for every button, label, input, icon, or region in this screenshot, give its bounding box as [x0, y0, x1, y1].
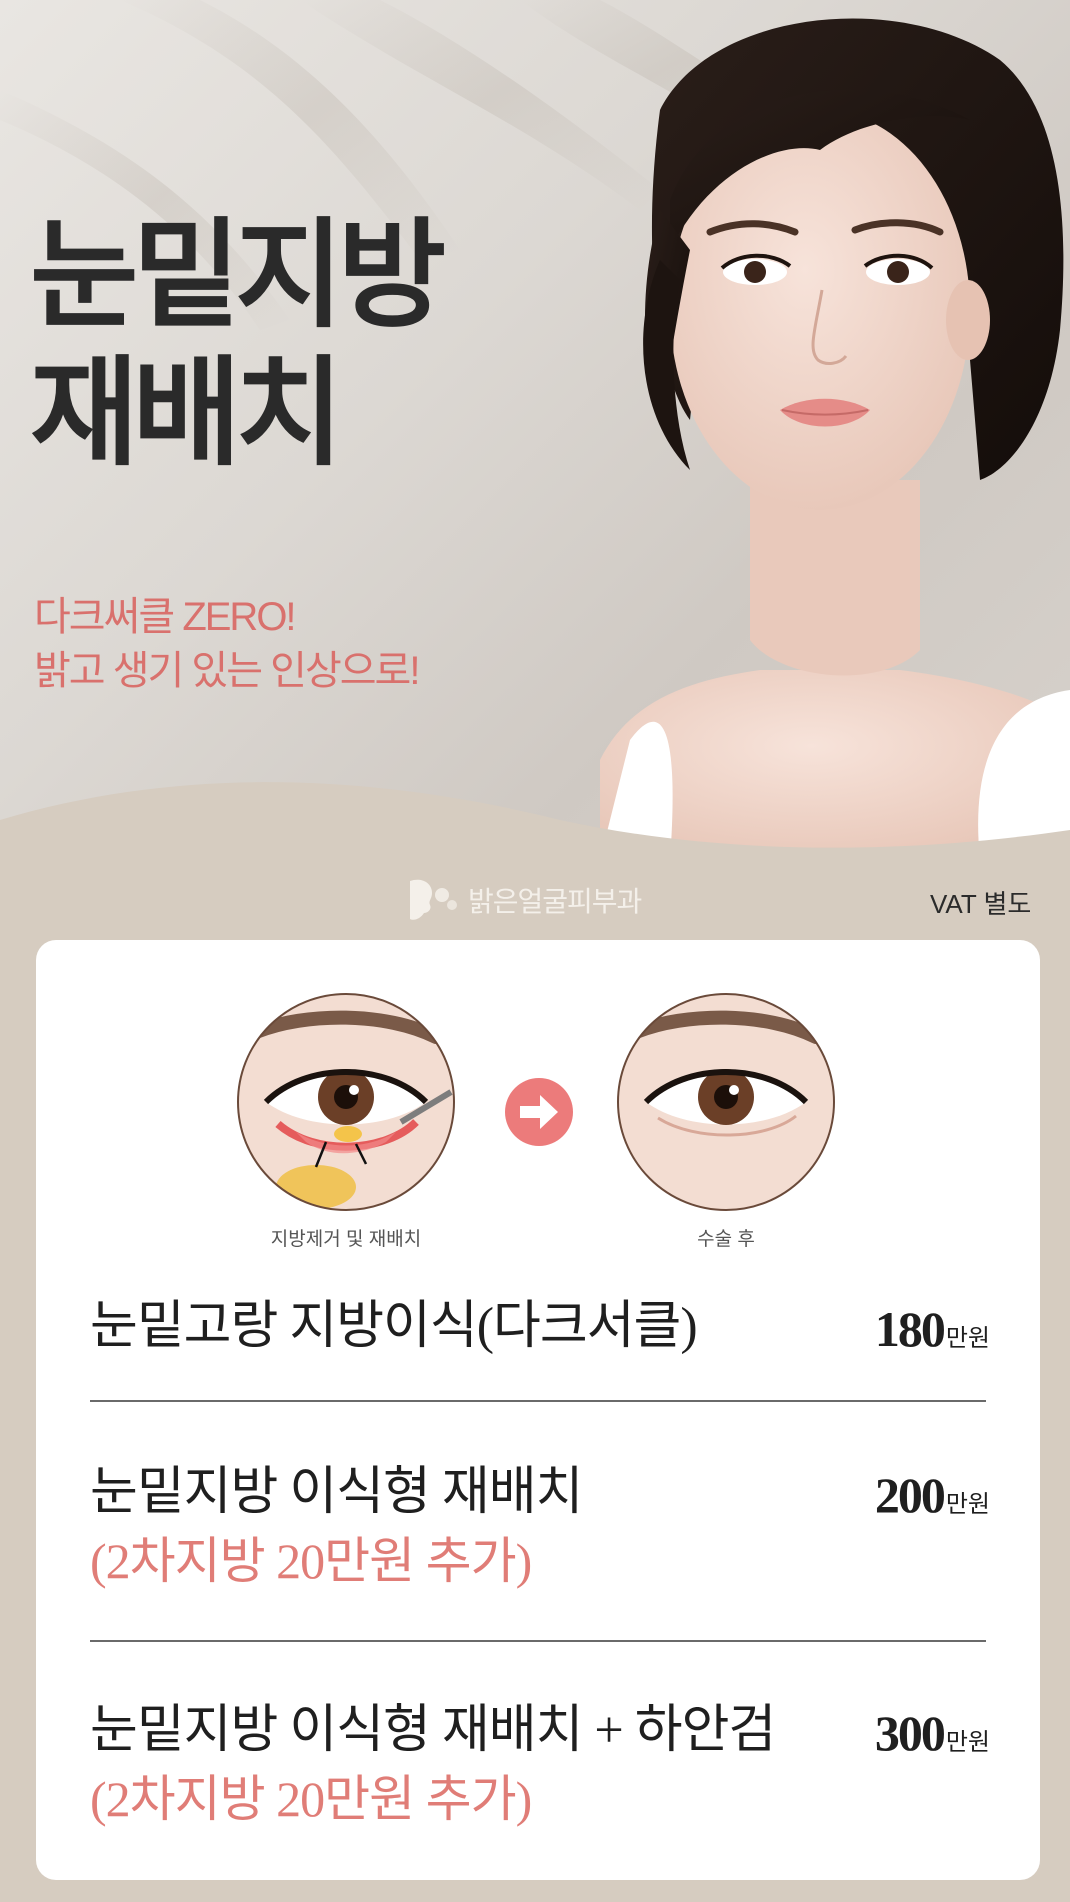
promo-page: 눈밑지방 재배치 다크써클 ZERO! 밝고 생기 있는 인상으로! 밝은얼굴피… — [0, 0, 1070, 1902]
price-amount: 300 — [874, 1705, 946, 1761]
before-illustration: 지방제거 및 재배치 — [236, 992, 456, 1250]
tagline-line-2: 밝고 생기 있는 인상으로! — [34, 649, 420, 693]
price-unit: 만원 — [945, 1492, 990, 1518]
price-row-title: 눈밑지방 이식형 재배치 — [90, 1464, 583, 1521]
headline-line-1: 눈밑지방 — [30, 206, 446, 344]
after-illustration: 수술 후 — [616, 992, 836, 1250]
price-amount: 180 — [874, 1301, 946, 1357]
row-divider — [90, 1640, 986, 1642]
price-card: 지방제거 및 재배치 수술 후 눈밑고랑 지방이식(다크서클) 180만원 눈밑… — [36, 940, 1040, 1880]
price-row-title: 눈밑지방 이식형 재배치 + 하안검 — [90, 1702, 776, 1759]
vat-note: VAT 별도 — [930, 889, 1032, 919]
price-row-note: (2차지방 20만원 추가) — [90, 1771, 532, 1827]
price-amount: 200 — [874, 1467, 946, 1523]
price-row: 눈밑고랑 지방이식(다크서클) 180만원 — [90, 1292, 990, 1362]
price-value: 180만원 — [875, 1300, 990, 1358]
hero-banner: 눈밑지방 재배치 다크써클 ZERO! 밝고 생기 있는 인상으로! — [0, 0, 1070, 880]
hero-bottom-curve — [0, 782, 1070, 880]
before-caption: 지방제거 및 재배치 — [270, 1229, 422, 1250]
logo-text: 밝은얼굴피부과 — [468, 886, 642, 917]
price-row-title: 눈밑고랑 지방이식(다크서클) — [90, 1298, 698, 1355]
face-profile-icon — [410, 879, 457, 920]
price-row-note: (2차지방 20만원 추가) — [90, 1533, 532, 1589]
price-value: 300만원 — [875, 1704, 990, 1762]
tagline: 다크써클 ZERO! 밝고 생기 있는 인상으로! — [34, 590, 420, 698]
headline-line-2: 재배치 — [30, 344, 344, 482]
row-divider — [90, 1400, 986, 1402]
price-row: 눈밑지방 이식형 재배치 (2차지방 20만원 추가) 200만원 — [90, 1458, 990, 1594]
model-photo — [600, 18, 1070, 860]
after-caption: 수술 후 — [697, 1229, 755, 1250]
price-row: 눈밑지방 이식형 재배치 + 하안검 (2차지방 20만원 추가) 300만원 — [90, 1696, 990, 1832]
eye-after-icon — [617, 993, 835, 1211]
price-unit: 만원 — [945, 1730, 990, 1756]
tagline-line-1: 다크써클 ZERO! — [34, 595, 297, 639]
clinic-logo: 밝은얼굴피부과 — [402, 876, 642, 924]
price-unit: 만원 — [945, 1326, 990, 1352]
price-value: 200만원 — [875, 1466, 990, 1524]
arrow-right-icon — [505, 1078, 573, 1146]
eye-before-icon — [237, 993, 455, 1211]
headline: 눈밑지방 재배치 — [30, 206, 446, 482]
